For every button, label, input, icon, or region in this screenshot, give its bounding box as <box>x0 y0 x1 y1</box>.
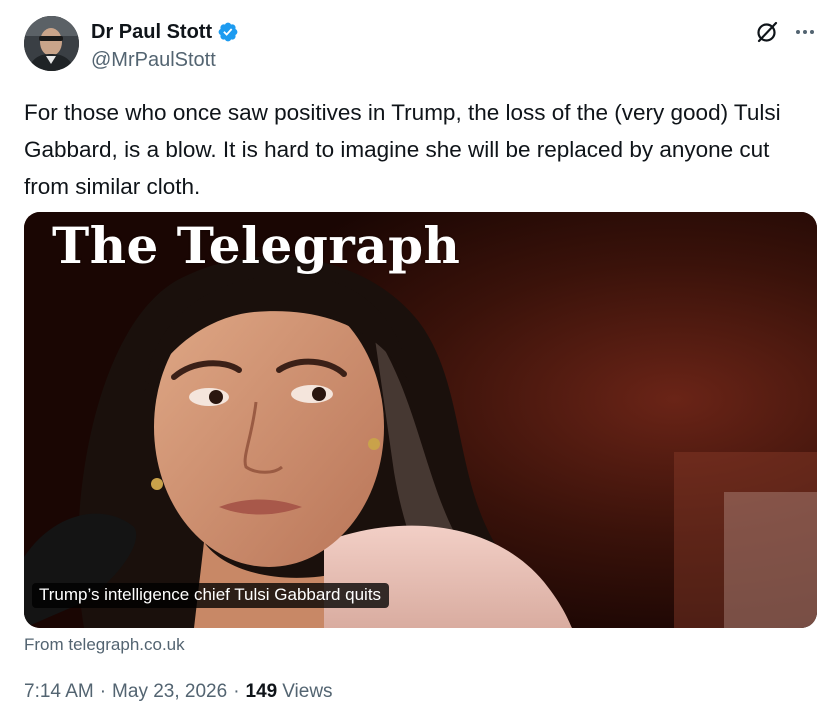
tweet-date[interactable]: May 23, 2026 <box>112 680 227 704</box>
verified-badge-icon <box>218 22 238 42</box>
link-card[interactable]: The Telegraph Trump’s intelligence chief… <box>24 212 817 628</box>
meta-separator: · <box>233 681 240 702</box>
meta-separator: · <box>99 681 107 702</box>
tweet-text: For those who once saw positives in Trum… <box>24 100 781 199</box>
views-label: Views <box>282 681 333 702</box>
card-caption[interactable]: Trump’s intelligence chief Tulsi Gabbard… <box>32 583 390 608</box>
tweet-meta: 7:14 AM · May 23, 2026 · 149 Views <box>24 680 333 704</box>
grok-icon[interactable] <box>754 19 780 45</box>
avatar[interactable] <box>24 16 79 71</box>
tweet-time[interactable]: 7:14 AM <box>24 680 94 704</box>
views-count: 149 <box>245 681 278 702</box>
author-display-name[interactable]: Dr Paul Stott <box>91 20 212 44</box>
author-name-row[interactable]: Dr Paul Stott <box>91 20 239 44</box>
card-source-link[interactable]: From telegraph.co.uk <box>24 633 185 657</box>
author-handle[interactable]: @MrPaulStott <box>91 48 216 72</box>
more-icon[interactable] <box>790 18 820 46</box>
tweet: Dr Paul Stott @MrPaulStott For those who… <box>0 0 840 725</box>
card-masthead: The Telegraph <box>52 216 461 275</box>
